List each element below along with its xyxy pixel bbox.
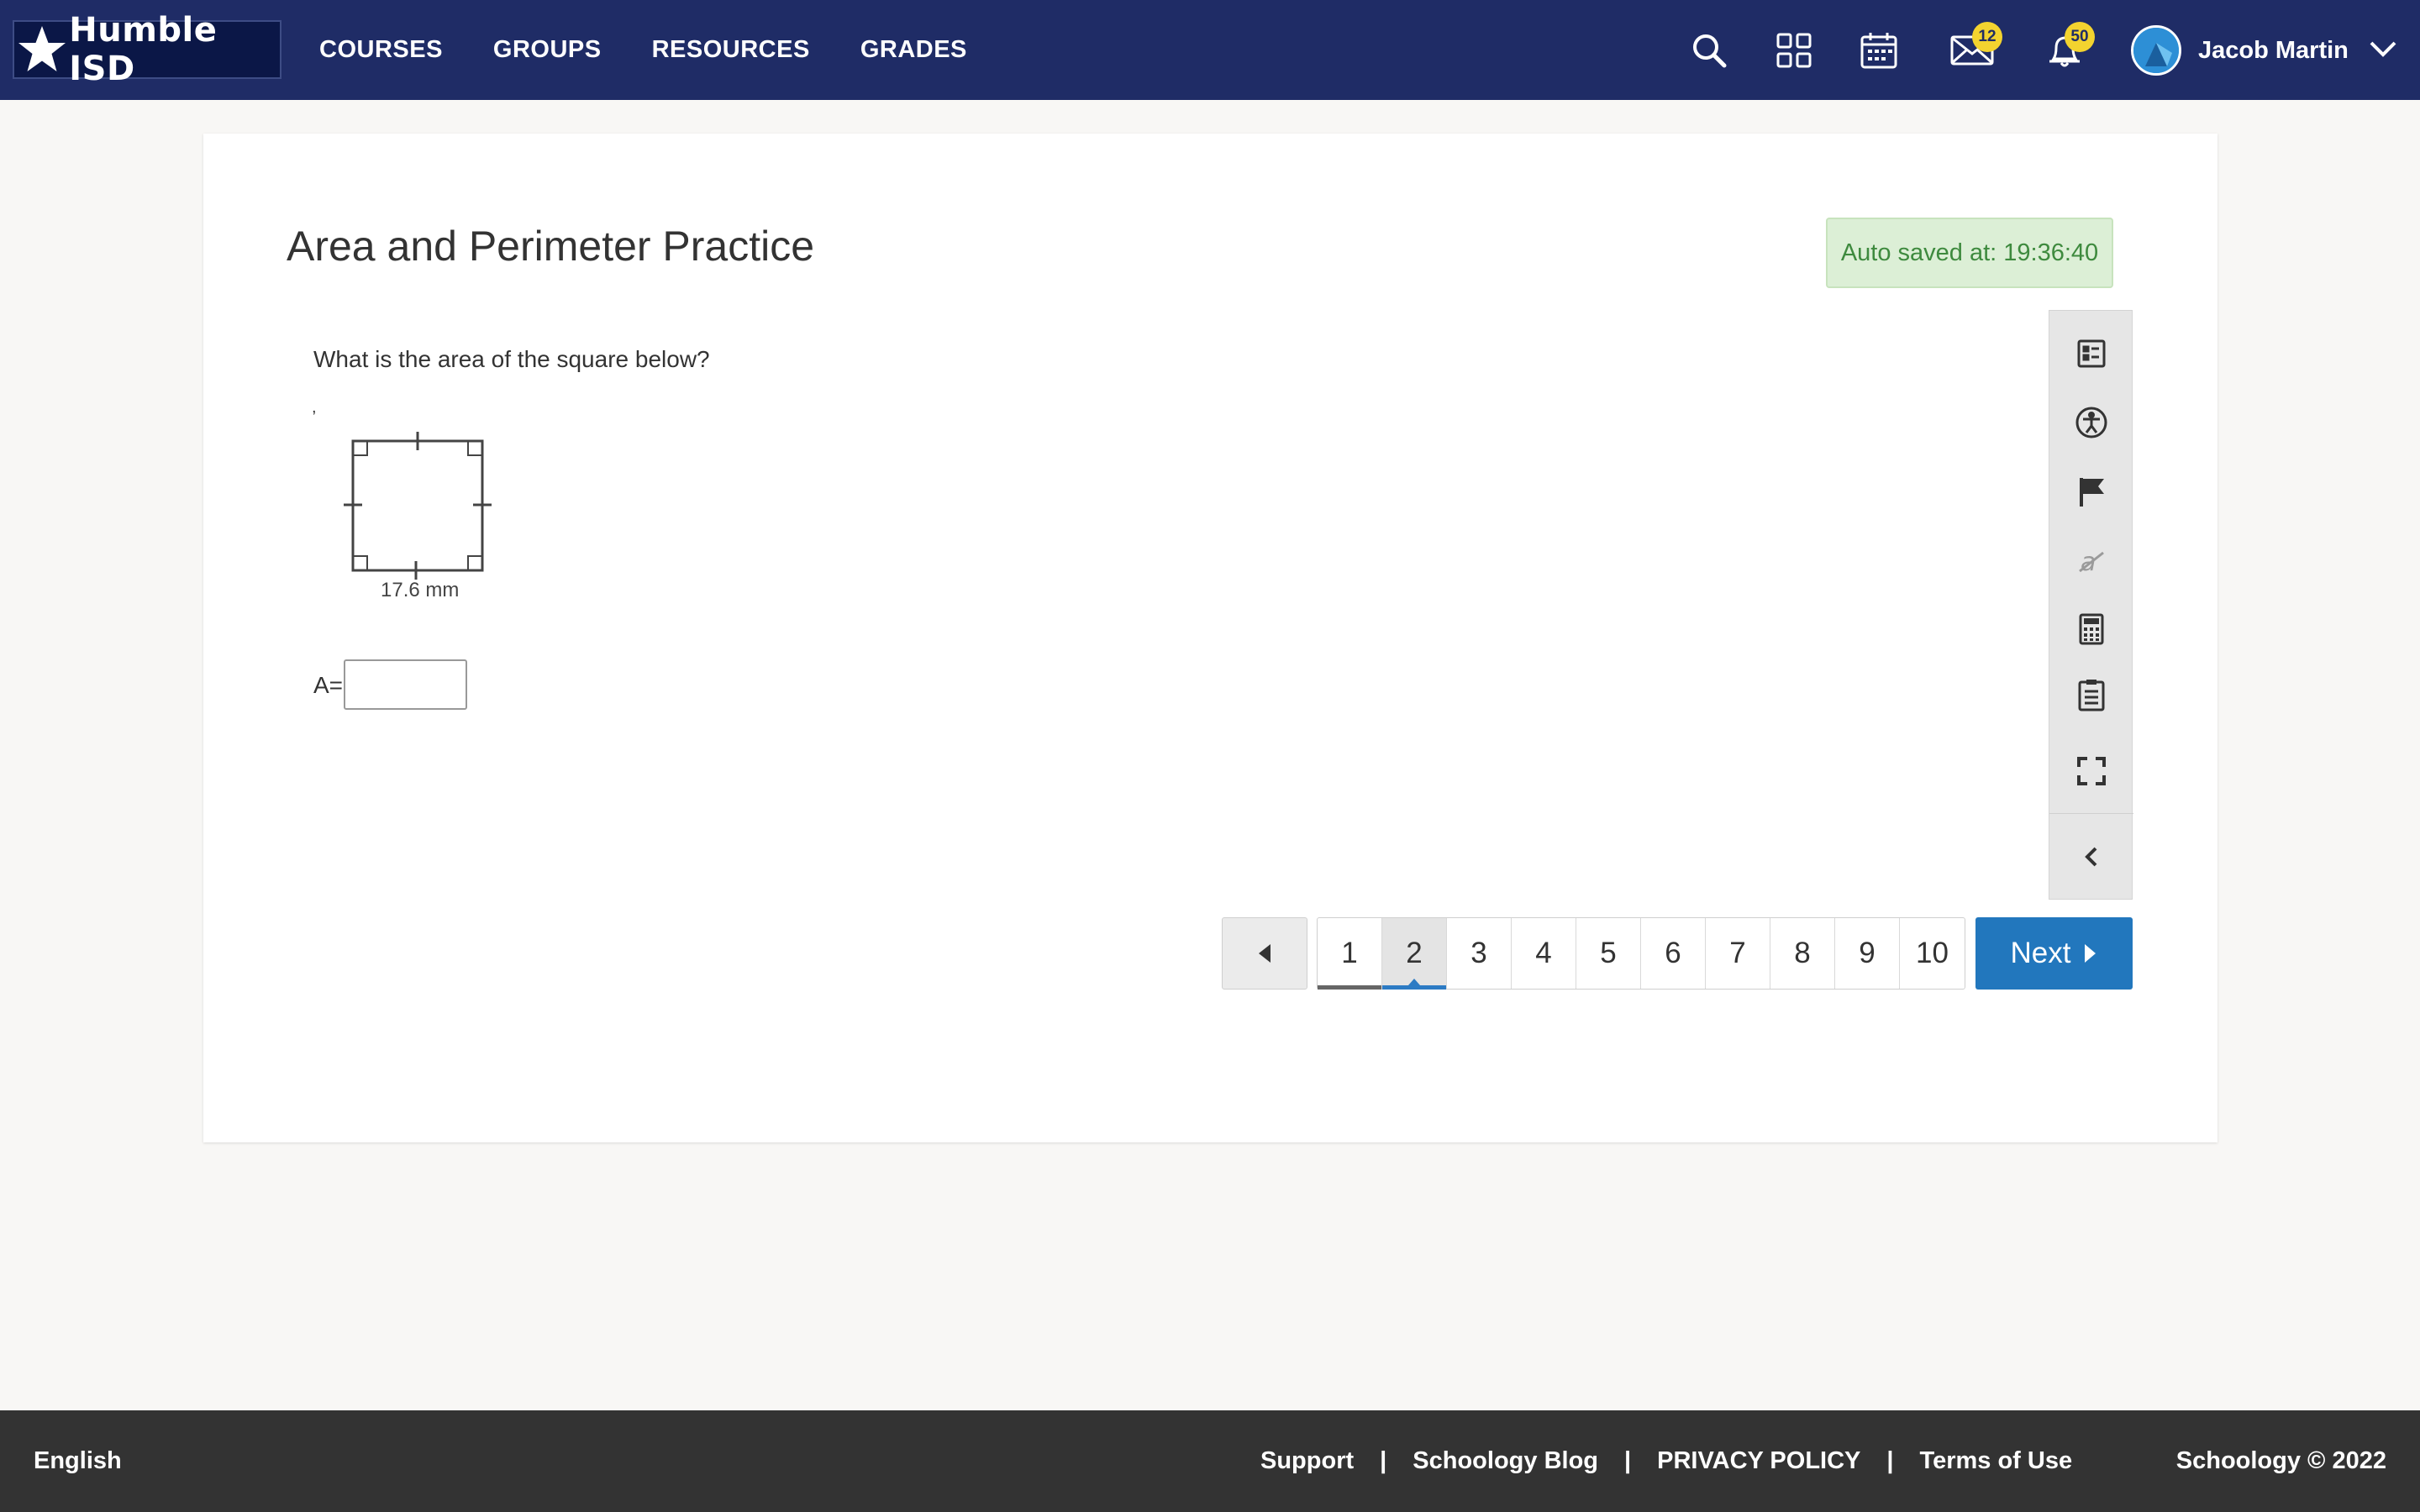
calendar-icon[interactable] — [1854, 25, 1904, 76]
top-navigation-bar: Humble ISD COURSES GROUPS RESOURCES GRAD… — [0, 0, 2420, 100]
toolbar-divider — [2049, 813, 2133, 814]
page-1[interactable]: 1 — [1318, 918, 1382, 990]
footer-links: Support | Schoology Blog | PRIVACY POLIC… — [1260, 1410, 2072, 1512]
messages-count-badge: 12 — [1972, 22, 2002, 52]
accessibility-icon[interactable] — [2049, 397, 2133, 448]
search-icon[interactable] — [1684, 25, 1734, 76]
question-list-icon[interactable] — [2049, 328, 2133, 379]
bell-icon[interactable]: 50 — [2039, 22, 2095, 76]
page-5[interactable]: 5 — [1576, 918, 1641, 989]
apps-grid-icon[interactable] — [1769, 25, 1819, 76]
page-10[interactable]: 10 — [1900, 918, 1965, 989]
star-icon — [14, 20, 69, 79]
nav-grades[interactable]: GRADES — [860, 36, 967, 64]
logo-text: Humble ISD — [69, 11, 218, 88]
footer-separator: | — [1380, 1447, 1387, 1474]
triangle-right-icon — [2085, 944, 2096, 963]
page-4[interactable]: 4 — [1512, 918, 1576, 989]
assessment-card: Area and Perimeter Practice Auto saved a… — [203, 134, 2217, 1142]
chevron-down-icon[interactable] — [2369, 39, 2397, 62]
figure-side-label: 17.6 mm — [381, 579, 460, 601]
footer-link-privacy[interactable]: PRIVACY POLICY — [1657, 1447, 1860, 1475]
page-6[interactable]: 6 — [1641, 918, 1706, 989]
question-pagination: 1 2 3 4 5 6 7 8 9 10 — [1317, 917, 1965, 990]
page-title: Area and Perimeter Practice — [287, 223, 815, 270]
page-7[interactable]: 7 — [1706, 918, 1770, 989]
page-2[interactable]: 2 — [1382, 918, 1447, 990]
user-name: Jacob Martin — [2198, 36, 2349, 64]
nav-resources[interactable]: RESOURCES — [652, 36, 810, 64]
footer-link-support[interactable]: Support — [1260, 1447, 1354, 1475]
page-3[interactable]: 3 — [1447, 918, 1512, 989]
square-figure: 17.6 mm — [342, 432, 502, 612]
notepad-icon[interactable] — [2049, 669, 2133, 720]
flag-icon[interactable] — [2049, 467, 2133, 517]
copyright: Schoology © 2022 — [2175, 1447, 2386, 1474]
footer-link-blog[interactable]: Schoology Blog — [1413, 1447, 1598, 1475]
question-text: What is the area of the square below? — [313, 346, 710, 372]
footer-separator: | — [1886, 1447, 1894, 1474]
collapse-icon[interactable] — [2049, 832, 2133, 882]
page-9[interactable]: 9 — [1835, 918, 1900, 989]
next-button-label: Next — [2010, 937, 2071, 969]
district-logo[interactable]: Humble ISD — [13, 11, 281, 88]
tool-sidebar: a — [2049, 310, 2133, 900]
notifications-count-badge: 50 — [2065, 22, 2095, 52]
previous-button[interactable] — [1222, 917, 1307, 990]
calculator-icon[interactable] — [2049, 604, 2133, 654]
nav-groups[interactable]: GROUPS — [493, 36, 602, 64]
autosave-status: Auto saved at: 19:36:40 — [1826, 218, 2113, 288]
user-menu[interactable]: Jacob Martin — [2131, 24, 2397, 77]
main-nav: COURSES GROUPS RESOURCES GRADES — [319, 0, 1018, 100]
nav-courses[interactable]: COURSES — [319, 36, 443, 64]
svg-text:a: a — [2081, 548, 2096, 576]
avatar — [2131, 25, 2181, 76]
footer: English Support | Schoology Blog | PRIVA… — [0, 1410, 2420, 1512]
triangle-left-icon — [1259, 944, 1270, 963]
next-button[interactable]: Next — [1975, 917, 2133, 990]
mail-icon[interactable]: 12 — [1947, 22, 2002, 76]
fullscreen-icon[interactable] — [2049, 746, 2133, 796]
page-8[interactable]: 8 — [1770, 918, 1835, 989]
eliminate-icon[interactable]: a — [2049, 536, 2133, 586]
language-selector[interactable]: English — [34, 1410, 122, 1512]
footer-link-terms[interactable]: Terms of Use — [1920, 1447, 2073, 1475]
stray-mark: , — [312, 398, 317, 417]
footer-separator: | — [1624, 1447, 1632, 1474]
area-answer-input[interactable] — [344, 659, 467, 710]
answer-label: A= — [313, 672, 344, 698]
